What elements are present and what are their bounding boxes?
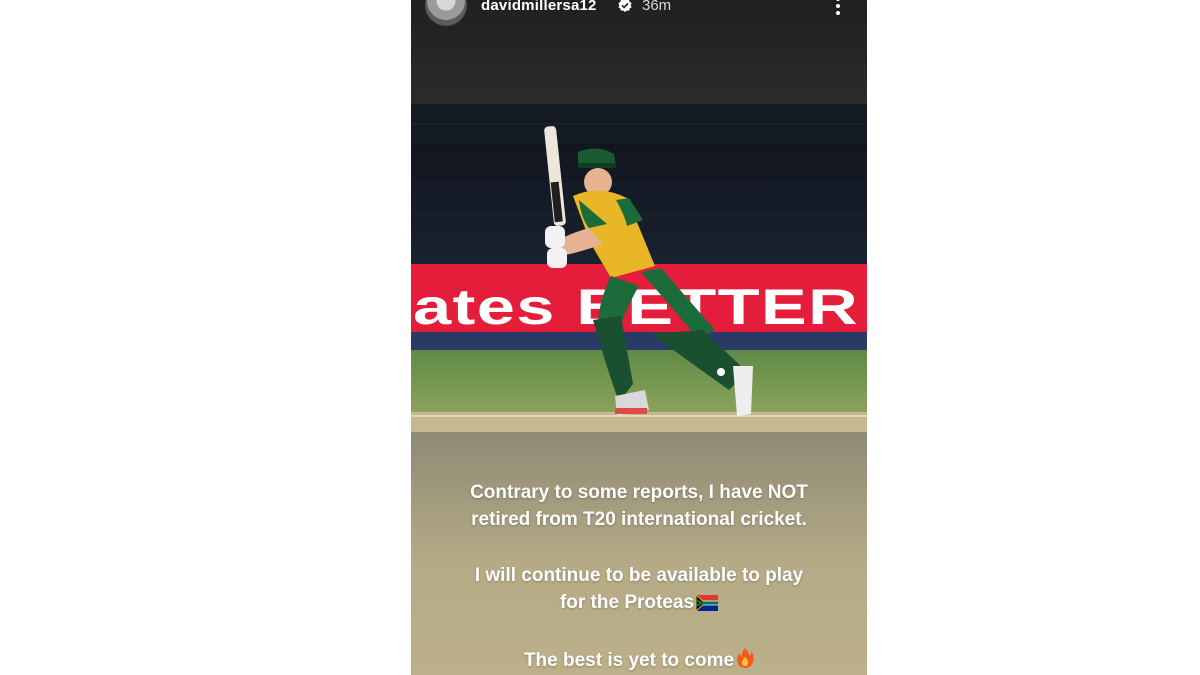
username[interactable]: davidmillersa12 (481, 0, 597, 14)
caption-line-5-text: The best is yet to come (523, 650, 735, 671)
caption-line-4-text: for the Proteas (559, 592, 695, 613)
story-header: davidmillersa12 36m (411, 0, 867, 28)
caption-line-3: I will continue to be available to play (474, 565, 804, 586)
more-vertical-icon[interactable] (831, 0, 845, 18)
caption-line-2: retired from T20 international cricket. (471, 509, 807, 530)
south-africa-flag-icon (696, 595, 719, 611)
caption-line-5: The best is yet to come (411, 647, 867, 673)
fire-icon (737, 648, 754, 668)
verified-badge-icon (618, 0, 632, 12)
cricket-batsman-photo: ates BETTER (411, 104, 867, 432)
caption-line-1: Contrary to some reports, I have NOT (470, 482, 808, 503)
caption-line-4: for the Proteas (411, 591, 867, 615)
story-viewer[interactable]: davidmillersa12 36m ates BETTER Contrary… (411, 0, 867, 675)
story-time: 36m (642, 0, 672, 14)
caption-area: Contrary to some reports, I have NOT ret… (411, 432, 867, 675)
avatar[interactable] (425, 0, 467, 26)
